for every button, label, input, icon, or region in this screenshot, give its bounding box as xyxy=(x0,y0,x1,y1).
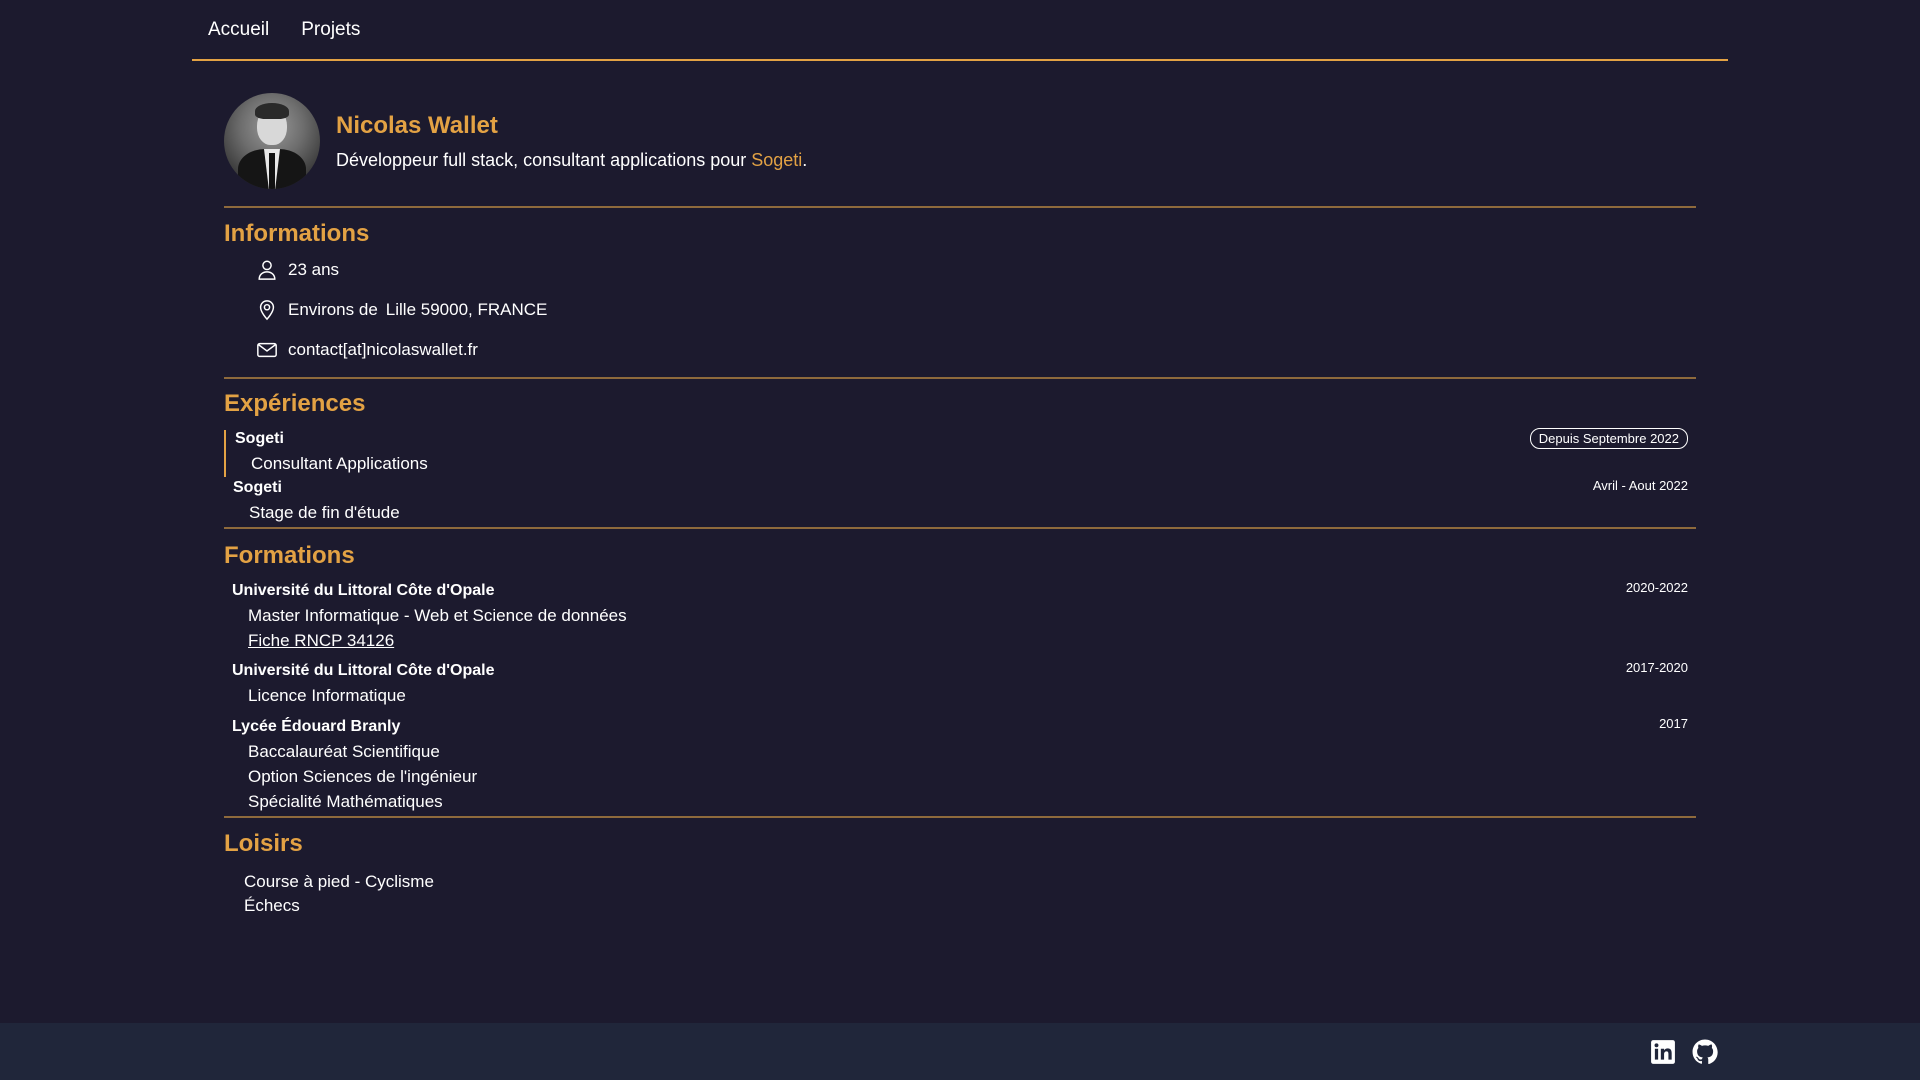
formation-detail: Licence Informatique xyxy=(248,686,406,705)
info-location: Environs de Lille 59000, FRANCE xyxy=(224,290,1696,330)
person-icon xyxy=(258,260,276,280)
info-age: 23 ans xyxy=(224,250,1696,290)
nav-item-projets[interactable]: Projets xyxy=(285,19,376,41)
profile-name: Nicolas Wallet xyxy=(336,111,498,139)
info-list: 23 ans Environs de Lille 59000, FRANCE c… xyxy=(224,250,1696,370)
top-nav: Accueil Projets xyxy=(192,0,1728,61)
list-item: Échecs xyxy=(244,896,300,915)
experience-org: Sogeti xyxy=(235,430,284,447)
divider xyxy=(224,206,1696,208)
envelope-icon xyxy=(257,342,277,358)
section-title-loisirs: Loisirs xyxy=(224,830,303,857)
rncp-link[interactable]: Fiche RNCP 34126 xyxy=(248,631,394,650)
page: Accueil Projets Nicolas Wallet Développe… xyxy=(0,0,1920,1080)
location-pin-icon xyxy=(259,300,275,321)
formation-item: Université du Littoral Côte d'Opale Mast… xyxy=(232,580,1696,662)
info-email: contact[at]nicolaswallet.fr xyxy=(224,330,1696,370)
formation-detail: Spécialité Mathématiques xyxy=(248,792,443,811)
formation-date: 2017-2020 xyxy=(1625,660,1688,675)
section-title-experiences: Expériences xyxy=(224,390,366,417)
profile-header: Nicolas Wallet Développeur full stack, c… xyxy=(224,92,1696,190)
formation-date: 2017 xyxy=(1659,716,1688,731)
experience-item: Sogeti Consultant Applications Depuis Se… xyxy=(224,428,1696,477)
formation-org: Université du Littoral Côte d'Opale xyxy=(232,582,495,599)
experience-list: Sogeti Consultant Applications Depuis Se… xyxy=(224,428,1696,527)
formation-item: Université du Littoral Côte d'Opale Lice… xyxy=(232,660,1696,718)
social-links xyxy=(1650,1039,1718,1070)
profile-subtitle: Développeur full stack, consultant appli… xyxy=(336,149,808,170)
formation-list: Université du Littoral Côte d'Opale Mast… xyxy=(224,580,1696,816)
list-item: Course à pied - Cyclisme xyxy=(244,872,434,891)
section-title-formations: Formations xyxy=(224,542,355,569)
company-link[interactable]: Sogeti xyxy=(751,150,802,170)
formation-org: Lycée Édouard Branly xyxy=(232,718,401,735)
main-content: Nicolas Wallet Développeur full stack, c… xyxy=(224,92,1696,918)
formation-detail: Master Informatique - Web et Science de … xyxy=(248,606,627,625)
divider xyxy=(224,816,1696,818)
nav-item-accueil[interactable]: Accueil xyxy=(192,19,285,41)
formation-item: Lycée Édouard Branly Baccalauréat Scient… xyxy=(232,716,1696,816)
divider xyxy=(224,527,1696,529)
loisirs-list: Course à pied - Cyclisme Échecs xyxy=(224,870,1696,918)
formation-org: Université du Littoral Côte d'Opale xyxy=(232,662,495,679)
avatar xyxy=(224,93,320,189)
experience-item: Sogeti Stage de fin d'étude Avril - Aout… xyxy=(224,477,1696,527)
experience-role: Consultant Applications xyxy=(251,454,428,473)
linkedin-icon[interactable] xyxy=(1650,1039,1676,1070)
experience-date: Avril - Aout 2022 xyxy=(1592,478,1688,493)
experience-role: Stage de fin d'étude xyxy=(249,503,400,522)
divider xyxy=(224,377,1696,379)
experience-org: Sogeti xyxy=(233,479,282,496)
formation-detail: Option Sciences de l'ingénieur xyxy=(248,767,478,786)
formation-date: 2020-2022 xyxy=(1625,580,1688,595)
section-title-informations: Informations xyxy=(224,220,370,247)
github-icon[interactable] xyxy=(1692,1039,1718,1070)
formation-detail: Baccalauréat Scientifique xyxy=(248,742,440,761)
footer xyxy=(0,1023,1920,1080)
experience-date-badge: Depuis Septembre 2022 xyxy=(1529,428,1688,449)
